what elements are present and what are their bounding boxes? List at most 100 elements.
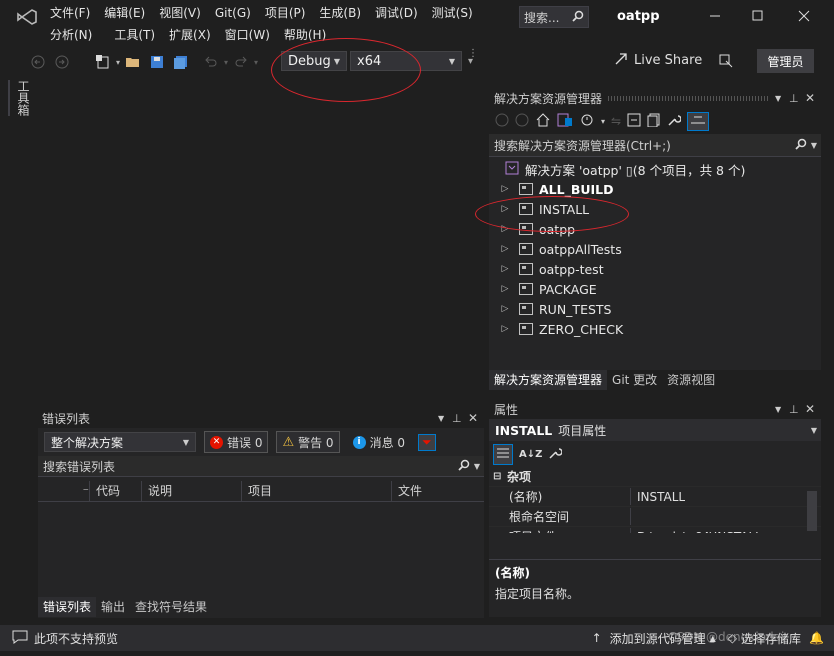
panel-menu-icon[interactable]: ▼ xyxy=(775,94,789,103)
col-description[interactable]: 说明 xyxy=(142,481,242,501)
back-icon[interactable] xyxy=(27,51,49,73)
menu-window[interactable]: 窗口(W) xyxy=(218,24,277,46)
property-value[interactable]: D:\code\x64\INSTALL.vcxp xyxy=(631,530,805,534)
menu-test[interactable]: 测试(S) xyxy=(425,2,480,24)
save-icon[interactable] xyxy=(146,51,168,73)
error-list-menu-icon[interactable]: ▼ xyxy=(438,414,452,423)
minimize-icon[interactable] xyxy=(708,8,722,22)
project-node[interactable]: ▷ ZERO_CHECK xyxy=(489,319,821,339)
errors-filter-button[interactable]: ✕ 错误 0 xyxy=(204,431,269,453)
se-forward-icon[interactable] xyxy=(515,113,529,130)
menu-file[interactable]: 文件(F) xyxy=(43,2,97,24)
properties-wrench-icon[interactable] xyxy=(667,113,682,130)
menu-extensions[interactable]: 扩展(X) xyxy=(162,24,218,46)
warnings-filter-button[interactable]: ⚠ 警告 0 xyxy=(276,431,340,453)
se-back-icon[interactable] xyxy=(495,113,509,130)
project-node[interactable]: ▷ PACKAGE xyxy=(489,279,821,299)
menu-tools[interactable]: 工具(T) xyxy=(107,24,162,46)
admin-badge[interactable]: 管理员 xyxy=(757,49,814,73)
dropdown-arrow-icon[interactable]: ▾ xyxy=(116,58,120,67)
menu-view[interactable]: 视图(V) xyxy=(152,2,208,24)
pending-changes-icon[interactable] xyxy=(579,112,595,131)
categorized-icon[interactable] xyxy=(493,443,513,465)
expand-arrow-icon[interactable]: ▷ xyxy=(497,264,513,274)
sync-icon[interactable]: ⇋ xyxy=(611,114,621,128)
toolbox-tab[interactable]: 工具箱 xyxy=(8,80,32,116)
panel-close-icon[interactable]: ✕ xyxy=(805,91,821,105)
undo-dropdown-icon[interactable]: ▾ xyxy=(224,58,228,67)
expand-arrow-icon[interactable]: ▷ xyxy=(497,304,513,314)
solution-search-box[interactable]: 搜索解决方案资源管理器(Ctrl+;) ▼ xyxy=(489,134,821,157)
notifications-icon[interactable]: 🔔 xyxy=(809,631,824,645)
project-node[interactable]: ▷ oatppAllTests xyxy=(489,239,821,259)
property-value[interactable]: INSTALL xyxy=(631,490,805,504)
menu-project[interactable]: 项目(P) xyxy=(258,2,313,24)
menu-edit[interactable]: 编辑(E) xyxy=(97,2,152,24)
new-project-icon[interactable] xyxy=(92,51,114,73)
redo-dropdown-icon[interactable]: ▾ xyxy=(254,58,258,67)
tab-output[interactable]: 输出 xyxy=(96,597,130,617)
property-pages-icon[interactable] xyxy=(548,446,564,463)
project-node[interactable]: ▷ oatpp-test xyxy=(489,259,821,279)
redo-icon[interactable] xyxy=(230,51,252,73)
expand-arrow-icon[interactable]: ▷ xyxy=(497,244,513,254)
property-row[interactable]: 项目文件D:\code\x64\INSTALL.vcxp xyxy=(489,527,821,533)
menu-git[interactable]: Git(G) xyxy=(208,2,258,24)
close-icon[interactable] xyxy=(798,10,810,22)
open-folder-icon[interactable] xyxy=(122,51,144,73)
tab-solution-explorer[interactable]: 解决方案资源管理器 xyxy=(489,370,608,390)
error-list-close-icon[interactable]: ✕ xyxy=(468,411,484,425)
show-all-files-icon[interactable] xyxy=(647,113,661,130)
expand-arrow-icon[interactable]: ▷ xyxy=(497,184,513,194)
col-project[interactable]: 项目 xyxy=(242,481,392,501)
home-icon[interactable] xyxy=(535,112,551,131)
nav-buttons xyxy=(27,51,73,73)
live-share-button[interactable]: Live Share xyxy=(614,52,702,69)
toolbox-strip[interactable]: 工具箱 xyxy=(8,80,30,130)
scope-dropdown[interactable]: 整个解决方案 ▼ xyxy=(44,432,196,452)
properties-pin-icon[interactable]: ⊥ xyxy=(789,403,805,416)
tab-find-symbol[interactable]: 查找符号结果 xyxy=(130,597,212,617)
tab-error-list[interactable]: 错误列表 xyxy=(38,597,97,617)
properties-close-icon[interactable]: ✕ xyxy=(805,402,821,416)
feedback-icon[interactable] xyxy=(718,53,734,72)
global-search-box[interactable]: 搜索... xyxy=(519,6,589,28)
properties-category[interactable]: ⊟ 杂项 xyxy=(489,467,821,487)
error-search-box[interactable]: 搜索错误列表 ▼ xyxy=(38,456,484,477)
properties-menu-icon[interactable]: ▼ xyxy=(775,405,789,414)
property-row[interactable]: 根命名空间 xyxy=(489,507,821,527)
tab-git-changes[interactable]: Git 更改 xyxy=(607,370,662,390)
error-list-pin-icon[interactable]: ⊥ xyxy=(452,412,468,425)
expand-arrow-icon[interactable]: ▷ xyxy=(497,324,513,334)
error-search-options-icon[interactable]: ▼ xyxy=(474,462,480,471)
category-collapse-icon[interactable]: ⊟ xyxy=(493,471,507,482)
maximize-icon[interactable] xyxy=(752,10,764,22)
project-node[interactable]: ▷ RUN_TESTS xyxy=(489,299,821,319)
menu-debug[interactable]: 调试(D) xyxy=(368,2,425,24)
undo-icon[interactable] xyxy=(200,51,222,73)
property-row[interactable]: (名称) INSTALL xyxy=(489,487,821,507)
tab-resource-view[interactable]: 资源视图 xyxy=(662,370,720,390)
solution-node[interactable]: 解决方案 'oatpp' ▯(8 个项目，共 8 个) xyxy=(489,159,821,179)
col-file[interactable]: 文件 xyxy=(392,481,482,501)
source-control-arrow-icon[interactable]: ↑ xyxy=(592,631,602,645)
col-code[interactable]: 代码 xyxy=(90,481,142,501)
filter-icon[interactable]: ⏷ xyxy=(418,433,436,451)
alphabetical-icon[interactable]: A↓Z xyxy=(519,449,542,460)
collapse-all-icon[interactable] xyxy=(627,113,641,130)
switch-views-icon[interactable] xyxy=(557,112,573,131)
solution-search-options-icon[interactable]: ▼ xyxy=(811,141,817,150)
forward-icon[interactable] xyxy=(51,51,73,73)
properties-object-selector[interactable]: INSTALL 项目属性 ▼ xyxy=(489,419,821,441)
toolbar-overflow-icon[interactable]: ⋮ ▾ xyxy=(468,49,478,67)
col-icon[interactable]: ⁻ xyxy=(38,481,90,501)
expand-arrow-icon[interactable]: ▷ xyxy=(497,284,513,294)
properties-scrollbar[interactable] xyxy=(807,491,817,531)
messages-filter-button[interactable]: i 消息 0 xyxy=(348,432,410,452)
pending-dropdown-icon[interactable]: ▾ xyxy=(601,117,605,126)
menu-analyze[interactable]: 分析(N) xyxy=(43,24,99,46)
save-all-icon[interactable] xyxy=(170,51,192,73)
preview-selected-icon[interactable] xyxy=(687,111,710,131)
pin-icon[interactable]: ⊥ xyxy=(789,92,805,105)
menu-build[interactable]: 生成(B) xyxy=(312,2,368,24)
